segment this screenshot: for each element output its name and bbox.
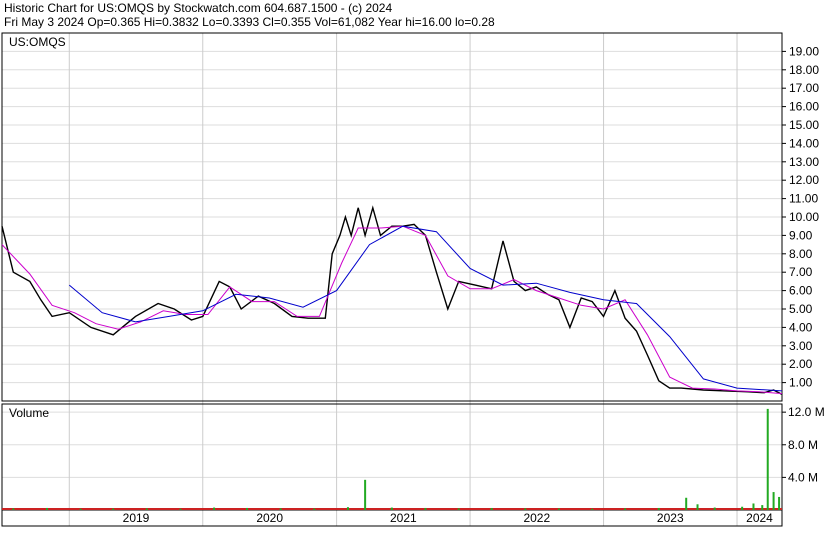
volume-bar: [12, 508, 15, 510]
volume-bar: [766, 408, 769, 510]
price-series-line: [1, 225, 783, 395]
volume-bar: [313, 508, 316, 510]
volume-bar: [713, 507, 716, 510]
year-tick-label: 2021: [390, 511, 417, 525]
volume-panel-frame: [1, 403, 783, 511]
volume-bar: [79, 508, 82, 510]
volume-bar: [778, 496, 781, 510]
symbol-label: US:OMQS: [9, 35, 66, 49]
volume-bar: [45, 507, 48, 510]
volume-bar: [772, 492, 775, 510]
volume-bar: [457, 508, 460, 510]
volume-bar: [752, 503, 755, 510]
volume-axis: 4.0 M 8.0 M 12.0 M: [782, 405, 825, 484]
volume-bar: [279, 508, 282, 510]
volume-bar: [557, 508, 560, 510]
volume-tick-label: 12.0 M: [788, 405, 825, 419]
time-axis: 2019 2020 2021 2022 2023 2024: [123, 511, 774, 525]
price-tick-label: 11.00: [789, 192, 818, 206]
price-tick-label: 6.00: [789, 284, 813, 298]
price-tick-label: 12.00: [789, 173, 819, 187]
volume-bar: [424, 507, 427, 510]
volume-bar: [246, 507, 249, 510]
chart-grid: [2, 33, 782, 526]
volume-bar: [364, 479, 367, 510]
stock-chart: US:OMQS Volume 1.00 2.00 3.00 4.00 5.00 6.00 7…: [1, 32, 825, 527]
price-tick-label: 13.00: [789, 155, 819, 169]
price-tick-label: 5.00: [789, 302, 813, 316]
volume-bar: [624, 508, 627, 510]
price-tick-label: 14.00: [789, 136, 819, 150]
price-tick-label: 3.00: [789, 339, 813, 353]
volume-bar: [524, 508, 527, 510]
year-tick-label: 2020: [256, 511, 283, 525]
year-tick-label: 2023: [657, 511, 684, 525]
volume-bar: [112, 508, 115, 510]
price-tick-label: 7.00: [789, 265, 813, 279]
price-tick-label: 15.00: [789, 118, 819, 132]
volume-bar: [657, 507, 660, 510]
price-tick-label: 4.00: [789, 320, 813, 334]
volume-bar: [145, 508, 148, 510]
year-tick-label: 2022: [523, 511, 550, 525]
price-tick-label: 16.00: [789, 100, 819, 114]
year-tick-label: 2019: [123, 511, 150, 525]
volume-bar: [179, 508, 182, 510]
volume-bar: [490, 507, 493, 510]
volume-bar: [213, 507, 216, 510]
volume-bar: [685, 497, 688, 510]
price-tick-label: 19.00: [789, 44, 819, 58]
price-axis: 1.00 2.00 3.00 4.00 5.00 6.00 7.00 8.00 9.00 10.0…: [782, 44, 819, 390]
volume-tick-label: 8.0 M: [788, 438, 818, 452]
year-tick-label: 2024: [746, 511, 773, 525]
volume-bars: [2, 408, 782, 510]
volume-label: Volume: [9, 406, 49, 420]
volume-bar: [591, 508, 594, 510]
volume-bar: [346, 507, 349, 510]
volume-bar: [696, 504, 699, 510]
price-tick-label: 2.00: [789, 357, 813, 371]
price-tick-label: 8.00: [789, 247, 813, 261]
volume-bar: [390, 507, 393, 510]
price-tick-label: 10.00: [789, 210, 819, 224]
price-tick-label: 9.00: [789, 228, 813, 242]
price-tick-label: 18.00: [789, 63, 819, 77]
price-tick-label: 17.00: [789, 81, 819, 95]
volume-tick-label: 4.0 M: [788, 470, 818, 484]
price-tick-label: 1.00: [789, 376, 813, 390]
volume-bar: [741, 506, 744, 510]
volume-bar: [761, 505, 764, 510]
